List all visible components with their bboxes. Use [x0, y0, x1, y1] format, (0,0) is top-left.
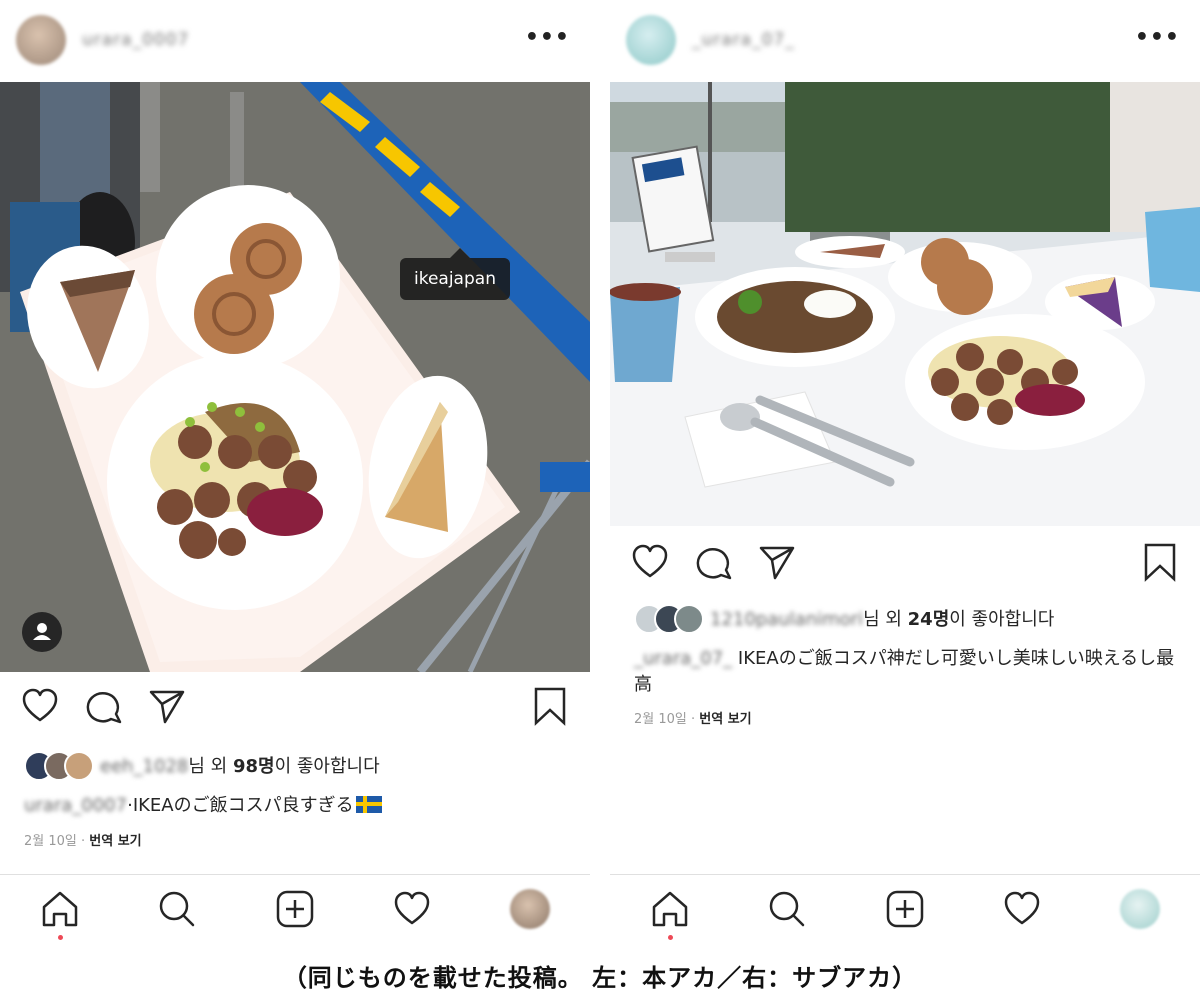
profile-avatar[interactable]	[510, 889, 550, 929]
search-icon[interactable]	[765, 887, 809, 931]
bottom-nav	[0, 874, 590, 948]
post-header: _urara_07_ •••	[610, 0, 1200, 82]
like-heart-icon[interactable]	[18, 684, 62, 728]
activity-heart-icon[interactable]	[390, 887, 434, 931]
home-icon[interactable]	[38, 887, 82, 940]
comment-icon[interactable]	[692, 540, 736, 584]
likes-prefix: 님 외	[188, 756, 233, 777]
likes-text: eeh_1028님 외 98명이 좋아합니다	[100, 752, 380, 778]
liker-avatar	[674, 604, 704, 634]
more-options-icon[interactable]: •••	[525, 27, 570, 49]
liker-avatar	[64, 751, 94, 781]
bottom-nav	[610, 874, 1200, 948]
likes-prefix: 님 외	[863, 609, 908, 630]
user-avatar[interactable]	[16, 15, 66, 65]
likes-suffix: 이 좋아합니다	[274, 756, 380, 777]
post-meta: 2월 10일 · 번역 보기	[24, 830, 142, 849]
caption-author[interactable]: _urara_07_	[634, 648, 732, 669]
photo-tag-label[interactable]: ikeajapan	[400, 248, 510, 300]
notification-dot	[668, 935, 673, 940]
meta-separator: ·	[76, 834, 90, 849]
activity-heart-icon[interactable]	[1000, 887, 1044, 931]
left-post: urara_0007 ••• ikeajapan eeh_1028님 외 98명…	[0, 0, 590, 948]
sweden-flag-icon	[355, 796, 382, 813]
post-caption: _urara_07_ IKEAのご飯コスパ神だし可愛いし美味しい映えるし最高	[634, 646, 1179, 698]
liker-name[interactable]: eeh_1028	[100, 756, 188, 777]
translate-link[interactable]: 번역 보기	[699, 712, 751, 727]
comparison-caption: （同じものを載せた投稿。 左：本アカ／右：サブアカ）	[282, 964, 918, 992]
post-date: 2월 10일	[634, 712, 687, 727]
username[interactable]: _urara_07_	[692, 30, 795, 50]
caption-text: IKEAのご飯コスパ良すぎる	[132, 795, 354, 816]
likes-summary[interactable]: eeh_1028님 외 98명이 좋아합니다	[24, 750, 584, 781]
save-bookmark-icon[interactable]	[1138, 540, 1182, 584]
share-icon[interactable]	[145, 684, 189, 728]
comment-icon[interactable]	[82, 684, 126, 728]
like-heart-icon[interactable]	[628, 540, 672, 584]
more-options-icon[interactable]: •••	[1135, 27, 1180, 49]
liker-name[interactable]: 1210paulanimori	[710, 609, 863, 630]
post-actions	[610, 540, 1200, 590]
user-tag-icon[interactable]	[22, 612, 62, 652]
post-date: 2월 10일	[24, 834, 77, 849]
add-post-icon[interactable]	[883, 887, 927, 931]
home-icon[interactable]	[648, 887, 692, 940]
likes-count[interactable]: 98명	[233, 756, 275, 777]
save-bookmark-icon[interactable]	[528, 684, 572, 728]
meta-separator: ·	[686, 712, 700, 727]
post-meta: 2월 10일 · 번역 보기	[634, 708, 752, 727]
notification-dot	[58, 935, 63, 940]
likes-summary[interactable]: 1210paulanimori님 외 24명이 좋아합니다	[634, 603, 1194, 634]
post-caption: urara_0007·IKEAのご飯コスパ良すぎる	[24, 793, 569, 819]
username[interactable]: urara_0007	[82, 30, 189, 50]
share-icon[interactable]	[755, 540, 799, 584]
translate-link[interactable]: 번역 보기	[89, 834, 141, 849]
caption-author[interactable]: urara_0007	[24, 795, 127, 816]
post-photo[interactable]	[610, 82, 1200, 526]
user-avatar[interactable]	[626, 15, 676, 65]
panel-divider	[590, 0, 610, 948]
right-post: _urara_07_ ••• 1210paulanimori님 외 24명이 좋…	[610, 0, 1200, 948]
add-post-icon[interactable]	[273, 887, 317, 931]
likes-text: 1210paulanimori님 외 24명이 좋아합니다	[710, 605, 1054, 631]
likes-count[interactable]: 24명	[908, 609, 950, 630]
post-actions	[0, 684, 590, 734]
profile-avatar[interactable]	[1120, 889, 1160, 929]
post-header: urara_0007 •••	[0, 0, 590, 82]
search-icon[interactable]	[155, 887, 199, 931]
likes-suffix: 이 좋아합니다	[949, 609, 1055, 630]
post-photo[interactable]: ikeajapan	[0, 82, 590, 672]
